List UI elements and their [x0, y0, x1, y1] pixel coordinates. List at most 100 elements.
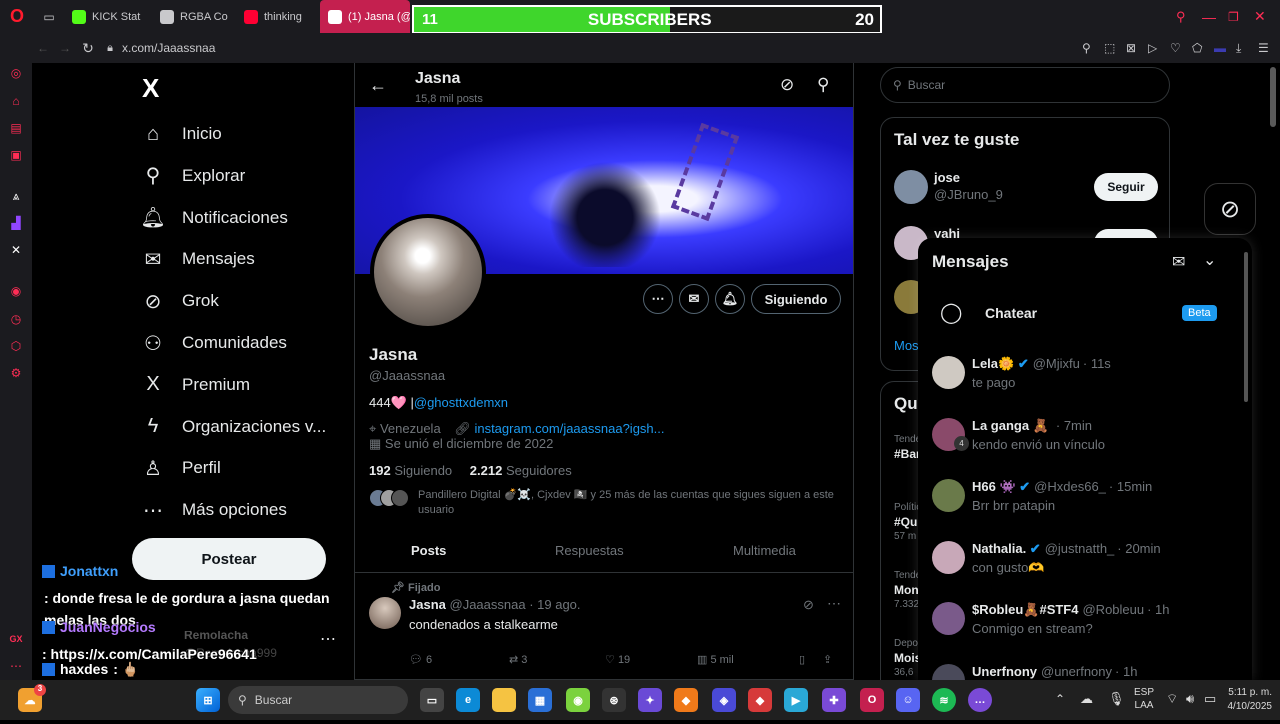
- extensions-icon[interactable]: ⬠: [1192, 41, 1214, 55]
- tab-respuestas[interactable]: Respuestas: [555, 543, 624, 558]
- file-explorer-icon[interactable]: [492, 688, 516, 712]
- close-window-button[interactable]: ✕: [1254, 8, 1280, 25]
- conversation-item[interactable]: $Robleu🧸#STF4 @Robleuu · 1h Conmigo en stre…: [918, 602, 1238, 662]
- app-chat-icon[interactable]: …: [968, 688, 992, 712]
- minimize-button[interactable]: —: [1202, 9, 1228, 25]
- conversation-item[interactable]: H66 👾 ✔ @Hxdes66_ · 15min Brr brr patapin: [918, 479, 1238, 539]
- gamepad-icon[interactable]: ✚: [822, 688, 846, 712]
- clock[interactable]: 5:11 p. m. 4/10/2025: [1212, 686, 1273, 714]
- task-view-icon[interactable]: ▭: [420, 688, 444, 712]
- grok-icon[interactable]: ⊘: [780, 75, 794, 95]
- opera-taskbar-icon[interactable]: O: [860, 688, 884, 712]
- nav-item-grok[interactable]: ⊘ Grok: [142, 290, 219, 313]
- settings-icon[interactable]: ⚙: [8, 365, 24, 381]
- more-options-button[interactable]: ⋯: [643, 284, 673, 314]
- nav-item-comunidades[interactable]: ⚇ Comunidades: [142, 332, 287, 355]
- nav-item-perfil[interactable]: ♙ Perfil: [142, 457, 221, 480]
- tab-posts[interactable]: Posts: [411, 543, 446, 558]
- nav-item-explorar[interactable]: ⚲ Explorar: [142, 165, 246, 187]
- tab-overview-icon[interactable]: ▭: [34, 10, 64, 24]
- app-shark-icon[interactable]: ▶: [784, 688, 808, 712]
- post-avatar[interactable]: [369, 597, 401, 629]
- mutual-avatars[interactable]: [369, 489, 409, 507]
- suggestion-name[interactable]: jose: [934, 170, 960, 185]
- nav-item-inicio[interactable]: ⌂ Inicio: [142, 123, 222, 145]
- forward-arrow-icon[interactable]: →: [54, 41, 76, 55]
- nav-item-premium[interactable]: X Premium: [142, 373, 250, 396]
- edge-icon[interactable]: e: [456, 688, 480, 712]
- history-icon[interactable]: ◷: [8, 311, 24, 327]
- search-tabs-icon[interactable]: ⚲: [1176, 9, 1202, 25]
- heart-icon[interactable]: ♡: [1170, 41, 1192, 55]
- profile-website[interactable]: instagram.com/jaaassnaa?igsh...: [474, 421, 664, 436]
- app-diamond-icon[interactable]: ◈: [712, 688, 736, 712]
- player-sidebar-icon[interactable]: ◉: [8, 283, 24, 299]
- reload-icon[interactable]: ↻: [76, 40, 100, 57]
- taskbar-search[interactable]: ⚲ Buscar: [228, 686, 408, 714]
- new-message-icon[interactable]: ✉: [1172, 252, 1185, 272]
- suggestion-handle[interactable]: @JBruno_9: [934, 187, 1003, 202]
- back-button[interactable]: ←: [369, 75, 387, 96]
- app-orange-icon[interactable]: ◆: [674, 688, 698, 712]
- obs-icon[interactable]: ⊛: [602, 688, 626, 712]
- collapse-chevron-icon[interactable]: ⌄: [1203, 250, 1216, 270]
- grok-floating-button[interactable]: ⊘: [1204, 183, 1256, 235]
- browser-menu-icon[interactable]: ☰: [1258, 41, 1280, 55]
- post-more-icon[interactable]: ⋯: [827, 595, 841, 612]
- browser-tab[interactable]: (1) Jasna (@: [320, 0, 410, 33]
- twitch-icon[interactable]: ▟: [8, 215, 24, 231]
- url-text[interactable]: x.com/Jaaassnaa: [122, 41, 215, 55]
- message-button[interactable]: ✉: [679, 284, 709, 314]
- tab-multimedia[interactable]: Multimedia: [733, 543, 796, 558]
- download-icon[interactable]: ⤓: [1236, 41, 1258, 56]
- post-date[interactable]: · 19 ago.: [529, 597, 580, 612]
- conversation-item[interactable]: Lela🌼 ✔ @Mjixfu · 11s te pago: [918, 356, 1238, 416]
- mic-icon[interactable]: 🎙︎: [1108, 691, 1125, 707]
- pin-icon[interactable]: ⚲: [1082, 41, 1104, 55]
- maximize-button[interactable]: ❐: [1228, 10, 1254, 24]
- drawer-scrollbar[interactable]: [1244, 252, 1248, 402]
- post-author[interactable]: Jasna: [409, 597, 446, 612]
- followers-count[interactable]: 2.212: [470, 463, 503, 478]
- search-icon[interactable]: ⚲: [817, 75, 829, 95]
- profile-avatar[interactable]: [370, 214, 486, 330]
- opera-logo-icon[interactable]: O: [0, 6, 34, 27]
- vpn-icon[interactable]: ▬: [1214, 41, 1236, 55]
- conversation-item[interactable]: Nathalia. ✔ @justnatth_ · 20min con gusto🫶: [918, 540, 1238, 601]
- workspace-icon[interactable]: ⌂: [8, 93, 24, 109]
- x-sidebar-icon[interactable]: ✕: [8, 242, 24, 258]
- following-count[interactable]: 192: [369, 463, 391, 478]
- tray-chevron-icon[interactable]: ⌃: [1055, 692, 1065, 706]
- pinned-post[interactable]: 📌︎ Fijado Jasna @Jaaassnaa · 19 ago. ⊘ ⋯…: [355, 573, 853, 680]
- follow-button[interactable]: Seguir: [1094, 173, 1158, 201]
- chat-icon[interactable]: ◯: [940, 300, 962, 325]
- notify-bell-button[interactable]: 🔔︎: [715, 284, 745, 314]
- browser-tab[interactable]: KICK Stat: [64, 0, 152, 33]
- nav-item-notificaciones[interactable]: 🔔︎ Notificaciones: [140, 207, 288, 229]
- browser-tab[interactable]: RGBA Co: [152, 0, 236, 33]
- wifi-icon[interactable]: ⌔: [1166, 691, 1178, 707]
- nav-item-más[interactable]: ⋯ Más opciones: [142, 499, 287, 522]
- app-green-icon[interactable]: ◉: [566, 688, 590, 712]
- following-label[interactable]: Siguiendo: [394, 463, 452, 478]
- weather-icon[interactable]: ☁ 3: [18, 684, 46, 712]
- following-button[interactable]: Siguiendo: [751, 284, 841, 314]
- show-more-link[interactable]: Mos: [894, 338, 919, 353]
- store-icon[interactable]: ▦: [528, 688, 552, 712]
- page-scrollbar[interactable]: [1270, 67, 1276, 127]
- app-red-icon[interactable]: ◆: [748, 688, 772, 712]
- cube-icon[interactable]: ⬡: [8, 338, 24, 354]
- repost-action[interactable]: ⇄ 3: [509, 653, 605, 666]
- discord-icon[interactable]: ☺: [896, 688, 920, 712]
- back-arrow-icon[interactable]: ←: [32, 41, 54, 55]
- onedrive-icon[interactable]: ☁: [1080, 691, 1093, 707]
- views-action[interactable]: ▥ 5 mil: [697, 653, 799, 666]
- app-purple-icon[interactable]: ✦: [638, 688, 662, 712]
- reply-action[interactable]: 💬︎ 6: [409, 653, 509, 666]
- grok-post-icon[interactable]: ⊘: [803, 597, 814, 613]
- nav-item-organizaciones[interactable]: ϟ Organizaciones v...: [142, 415, 327, 438]
- chat-label[interactable]: Chatear: [985, 305, 1037, 321]
- mutuals-text[interactable]: Pandillero Digital 💣☠️, Cjxdev 🏴‍☠️ y 25…: [418, 488, 838, 518]
- snapshot-icon[interactable]: ⬚: [1104, 41, 1126, 55]
- sidebar-more-icon[interactable]: ⋯: [8, 658, 24, 674]
